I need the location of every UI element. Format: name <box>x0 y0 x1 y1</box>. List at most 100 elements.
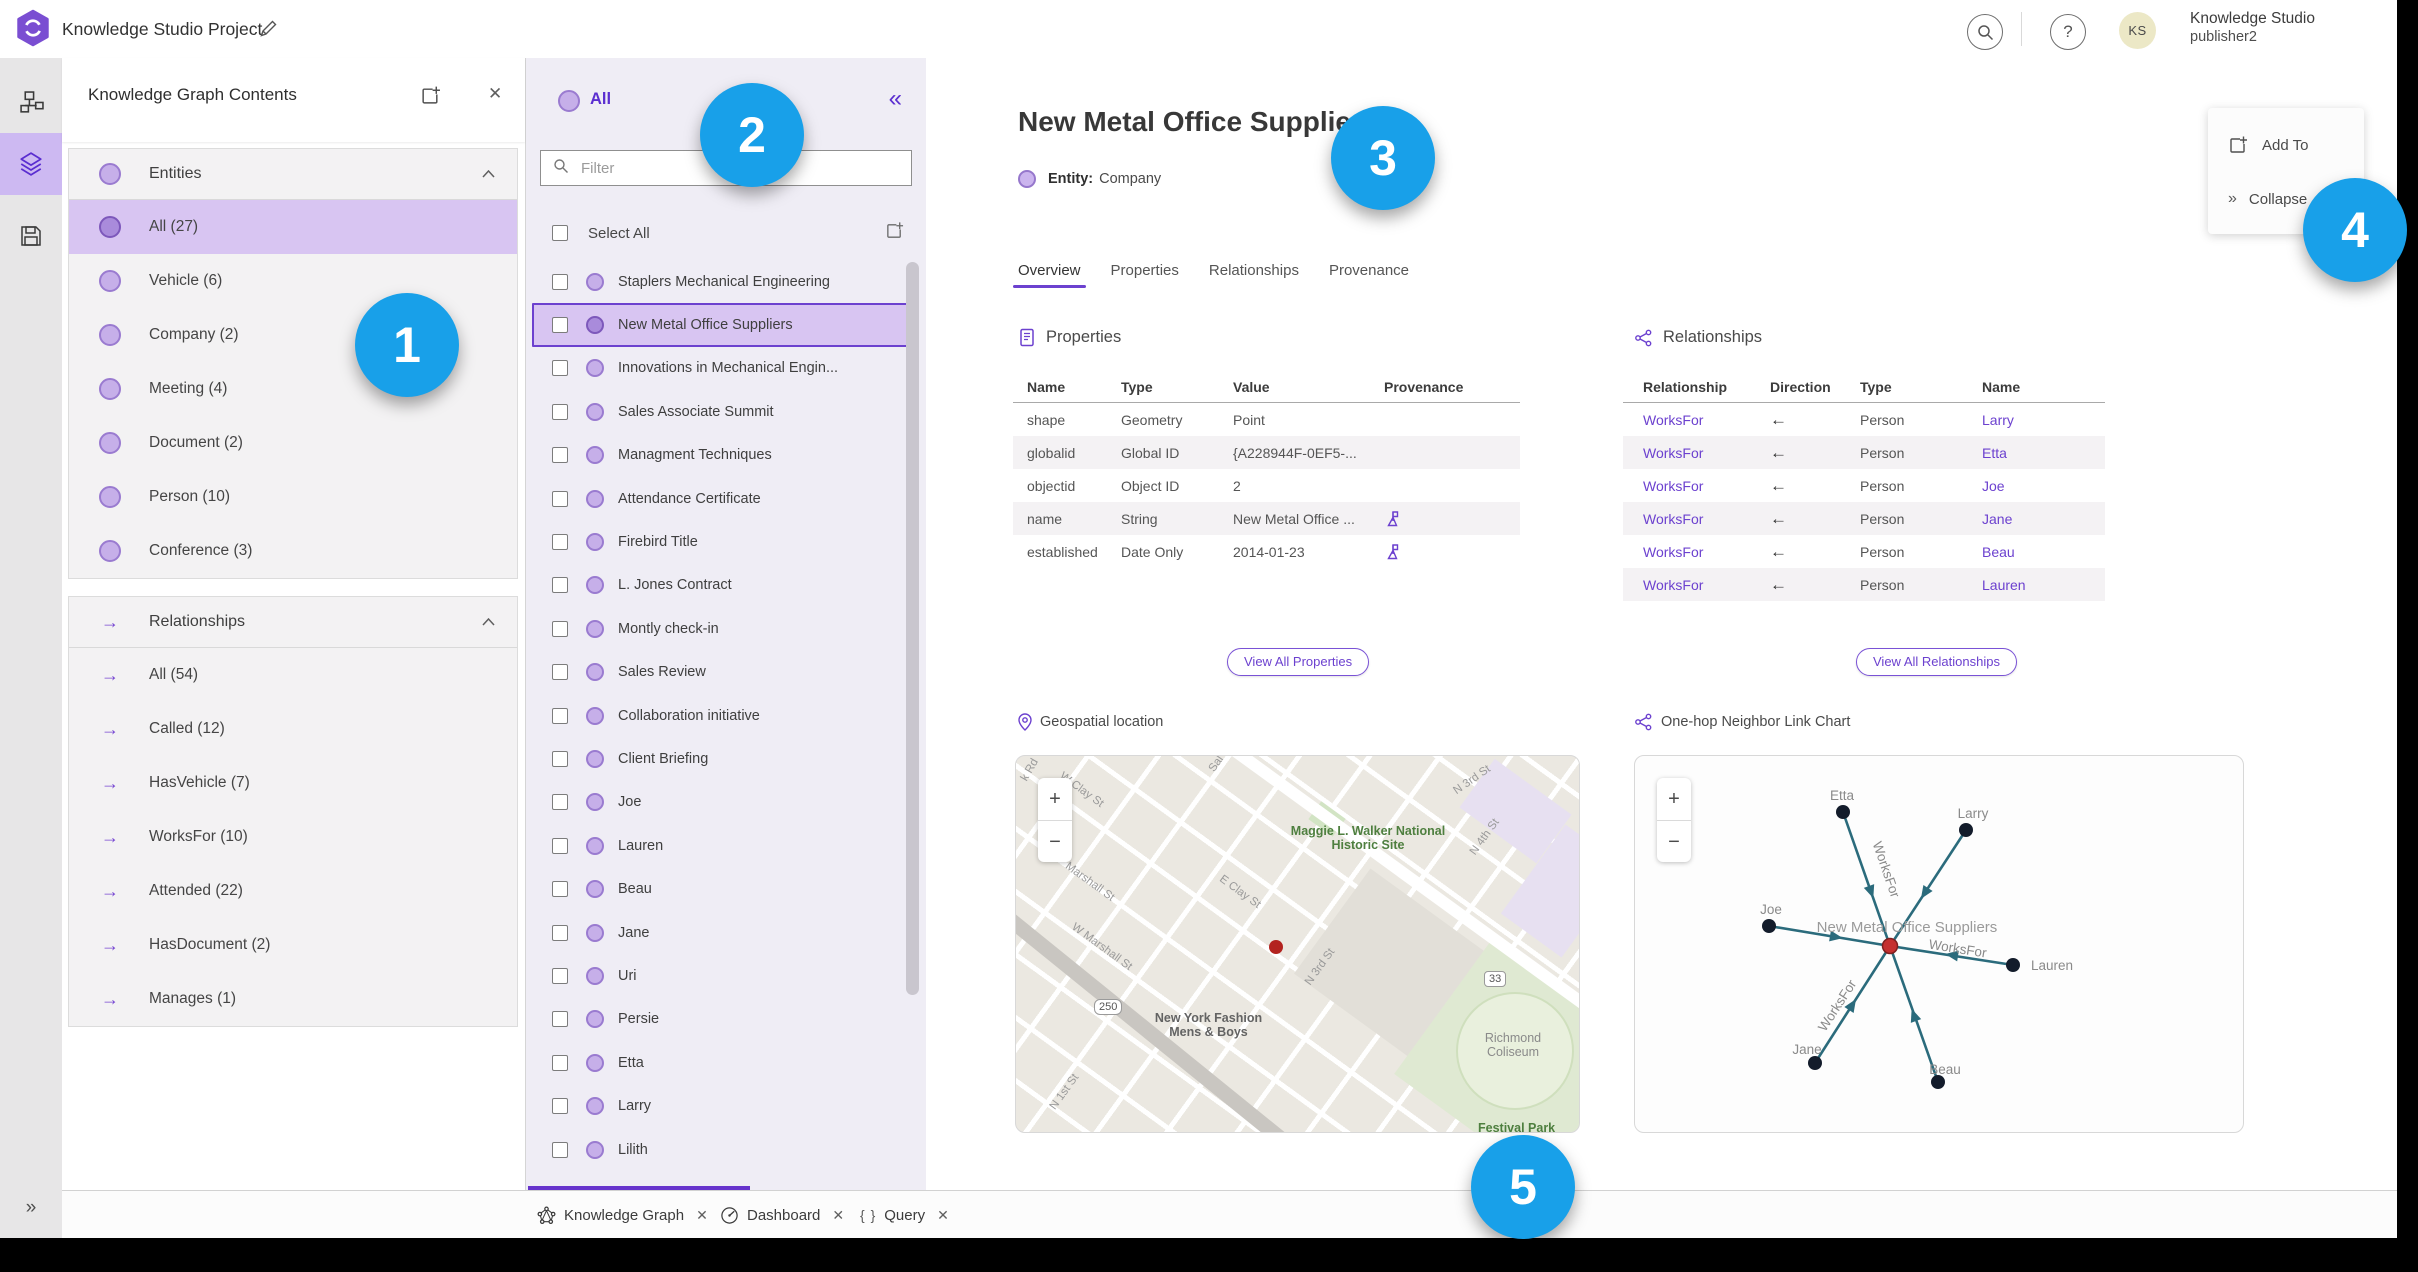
graph-item-row[interactable]: Larry <box>532 1084 914 1127</box>
relationship-type-row[interactable]: → WorksFor (10) <box>69 810 517 864</box>
user-avatar[interactable]: KS <box>2119 12 2156 49</box>
close-tab-icon[interactable]: ✕ <box>933 1205 953 1226</box>
graph-item-row[interactable]: Firebird Title <box>532 520 914 563</box>
graph-item-row[interactable]: Joe <box>532 781 914 824</box>
graph-item-row[interactable]: Montly check-in <box>532 607 914 650</box>
relationship-link[interactable]: WorksFor <box>1623 511 1770 527</box>
item-checkbox[interactable] <box>552 881 568 898</box>
detail-tab[interactable]: Relationships <box>1209 262 1299 288</box>
item-checkbox[interactable] <box>552 403 568 420</box>
graph-item-row[interactable]: Attendance Certificate <box>532 477 914 520</box>
graph-item-row[interactable]: Client Briefing <box>532 737 914 780</box>
rail-expand-button[interactable]: » <box>0 1188 62 1228</box>
rail-layers-button[interactable] <box>0 133 62 195</box>
search-button[interactable] <box>1967 14 2003 50</box>
item-checkbox[interactable] <box>552 1054 568 1071</box>
related-entity-link[interactable]: Beau <box>1982 544 2105 560</box>
relationship-type-row[interactable]: → Called (12) <box>69 702 517 756</box>
graph-item-row[interactable]: Beau <box>532 867 914 910</box>
node-joe[interactable] <box>1762 919 1776 933</box>
item-checkbox[interactable] <box>552 490 568 507</box>
add-to-new-icon[interactable] <box>420 85 441 111</box>
item-checkbox[interactable] <box>552 360 568 377</box>
graph-item-row[interactable]: Lauren <box>532 824 914 867</box>
node-lauren[interactable] <box>2006 958 2020 972</box>
graph-item-row[interactable]: New Metal Office Suppliers <box>532 303 914 347</box>
provenance-flag-icon[interactable] <box>1384 510 1400 527</box>
relationship-type-row[interactable]: → All (54) <box>69 648 517 702</box>
entity-type-row[interactable]: All (27) <box>69 200 517 254</box>
related-entity-link[interactable]: Jane <box>1982 511 2105 527</box>
chevron-up-icon[interactable] <box>482 165 495 183</box>
detail-tab[interactable]: Provenance <box>1329 262 1409 288</box>
relationship-type-row[interactable]: → HasVehicle (7) <box>69 756 517 810</box>
related-entity-link[interactable]: Joe <box>1982 478 2105 494</box>
item-checkbox[interactable] <box>552 1011 568 1028</box>
help-button[interactable]: ? <box>2050 14 2086 50</box>
collapse-panel-icon[interactable]: « <box>889 82 902 116</box>
close-tab-icon[interactable]: ✕ <box>692 1205 712 1226</box>
relationship-link[interactable]: WorksFor <box>1623 445 1770 461</box>
view-all-properties-button[interactable]: View All Properties <box>1227 648 1370 676</box>
tab-dashboard[interactable]: Dashboard ✕ <box>720 1191 848 1238</box>
relationship-link[interactable]: WorksFor <box>1623 412 1770 428</box>
item-checkbox[interactable] <box>552 317 568 334</box>
relationship-link[interactable]: WorksFor <box>1623 544 1770 560</box>
related-entity-link[interactable]: Larry <box>1982 412 2105 428</box>
relationship-type-row[interactable]: → Manages (1) <box>69 972 517 1026</box>
relationship-type-row[interactable]: → Attended (22) <box>69 864 517 918</box>
view-all-relationships-button[interactable]: View All Relationships <box>1856 648 2017 676</box>
close-tab-icon[interactable]: ✕ <box>828 1205 848 1226</box>
add-to-new-icon[interactable] <box>885 221 904 245</box>
edit-title-pencil-icon[interactable] <box>258 19 278 44</box>
detail-tab[interactable]: Properties <box>1111 262 1179 288</box>
relationship-type-row[interactable]: → HasDocument (2) <box>69 918 517 972</box>
item-checkbox[interactable] <box>552 750 568 767</box>
graph-item-row[interactable]: Uri <box>532 954 914 997</box>
node-center-entity[interactable] <box>1881 937 1899 955</box>
rail-model-button[interactable] <box>0 72 62 134</box>
graph-item-row[interactable]: Persie <box>532 998 914 1041</box>
graph-item-row[interactable]: Staplers Mechanical Engineering <box>532 260 914 303</box>
link-chart-canvas[interactable]: Etta Larry Joe Lauren Jane Beau New Meta… <box>1634 755 2244 1133</box>
node-jane[interactable] <box>1808 1056 1822 1070</box>
related-entity-link[interactable]: Lauren <box>1982 577 2105 593</box>
relationship-link[interactable]: WorksFor <box>1623 577 1770 593</box>
zoom-in-button[interactable]: + <box>1657 778 1691 821</box>
entity-type-row[interactable]: Person (10) <box>69 470 517 524</box>
entity-type-row[interactable]: Vehicle (6) <box>69 254 517 308</box>
item-checkbox[interactable] <box>552 967 568 984</box>
select-all-checkbox[interactable] <box>552 225 568 241</box>
tab-knowledge-graph[interactable]: Knowledge Graph ✕ <box>537 1191 712 1238</box>
relationship-link[interactable]: WorksFor <box>1623 478 1770 494</box>
graph-item-row[interactable]: Etta <box>532 1041 914 1084</box>
item-checkbox[interactable] <box>552 794 568 811</box>
node-larry[interactable] <box>1959 823 1973 837</box>
node-etta[interactable] <box>1836 805 1850 819</box>
zoom-out-button[interactable]: − <box>1038 821 1072 863</box>
add-to-menu-item[interactable]: Add To <box>2208 118 2364 172</box>
item-checkbox[interactable] <box>552 1141 568 1158</box>
zoom-in-button[interactable]: + <box>1038 778 1072 821</box>
graph-item-row[interactable]: L. Jones Contract <box>532 564 914 607</box>
entities-section-header[interactable]: Entities <box>69 149 517 200</box>
detail-tab[interactable]: Overview <box>1013 262 1085 288</box>
entity-type-row[interactable]: Document (2) <box>69 416 517 470</box>
list-scrollbar[interactable] <box>906 262 919 995</box>
item-checkbox[interactable] <box>552 924 568 941</box>
rail-save-button[interactable] <box>0 205 62 267</box>
item-checkbox[interactable] <box>552 620 568 637</box>
item-checkbox[interactable] <box>552 837 568 854</box>
item-checkbox[interactable] <box>552 1098 568 1115</box>
chevron-up-icon[interactable] <box>482 613 495 631</box>
item-checkbox[interactable] <box>552 447 568 464</box>
entity-type-row[interactable]: Conference (3) <box>69 524 517 578</box>
graph-item-row[interactable]: Sales Review <box>532 651 914 694</box>
graph-item-row[interactable]: Lilith <box>532 1128 914 1171</box>
graph-item-row[interactable]: Innovations in Mechanical Engin... <box>532 347 914 390</box>
relationships-section-header[interactable]: → Relationships <box>69 597 517 648</box>
graph-item-row[interactable]: Jane <box>532 911 914 954</box>
close-panel-icon[interactable]: ✕ <box>482 82 508 106</box>
item-checkbox[interactable] <box>552 707 568 724</box>
tab-query[interactable]: { } Query ✕ <box>860 1191 953 1238</box>
